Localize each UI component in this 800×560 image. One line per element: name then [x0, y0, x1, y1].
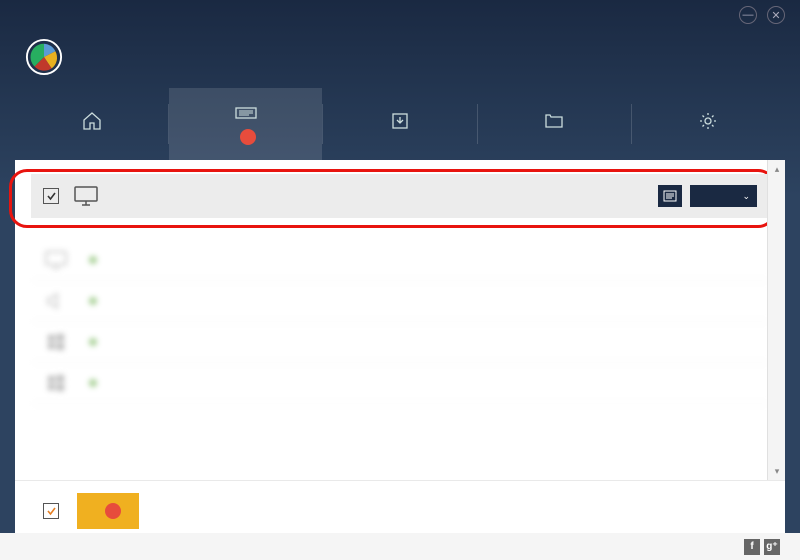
gear-icon [697, 111, 719, 131]
chevron-down-icon[interactable]: ⌄ [735, 191, 757, 202]
windows-icon [43, 371, 69, 395]
close-button[interactable]: ✕ [767, 6, 785, 24]
tab-home[interactable] [15, 88, 168, 160]
list-item [31, 281, 769, 322]
download-install-button[interactable] [77, 493, 139, 529]
main-tabs [15, 88, 785, 160]
status-dot-icon [89, 379, 97, 387]
driver-info [113, 196, 644, 197]
scroll-down-icon[interactable]: ▾ [768, 462, 786, 480]
tab-updates-label [235, 129, 256, 145]
list-item [31, 363, 769, 404]
status-bar: f g⁺ [0, 533, 800, 560]
minimize-button[interactable]: — [739, 6, 757, 24]
restore-icon [543, 111, 565, 131]
row-actions: ⌄ [658, 185, 757, 207]
app-logo-icon [25, 38, 63, 76]
title-bar: — ✕ [0, 0, 800, 30]
tab-driver-updates[interactable] [169, 88, 322, 160]
scrollbar[interactable]: ▴ ▾ [767, 160, 785, 480]
status-dot-icon [89, 338, 97, 346]
audio-icon [43, 289, 69, 313]
updates-badge [240, 129, 256, 145]
tab-settings[interactable] [632, 88, 785, 160]
monitor-icon [43, 248, 69, 272]
app-header [0, 30, 800, 88]
details-button[interactable] [658, 185, 682, 207]
facebook-icon[interactable]: f [744, 539, 760, 555]
list-item [31, 322, 769, 363]
driver-row-featured: ⌄ [31, 174, 769, 218]
home-icon [81, 111, 103, 131]
backup-icon [389, 111, 411, 131]
blurred-driver-list [31, 240, 769, 404]
install-badge [105, 503, 121, 519]
tab-backup[interactable] [323, 88, 476, 160]
status-dot-icon [89, 297, 97, 305]
google-plus-icon[interactable]: g⁺ [764, 539, 780, 555]
status-dot-icon [89, 256, 97, 264]
tab-restore[interactable] [478, 88, 631, 160]
app-window: — ✕ [0, 0, 800, 560]
scroll-up-icon[interactable]: ▴ [768, 160, 786, 178]
checkbox[interactable] [43, 188, 59, 204]
checkbox-all[interactable] [43, 503, 59, 519]
list-item [31, 240, 769, 281]
monitor-icon [73, 184, 99, 208]
updates-icon [235, 103, 257, 123]
footer-panel [15, 480, 785, 541]
content-panel: ⌄ ▴ [15, 160, 785, 480]
social-links: f g⁺ [744, 539, 780, 555]
update-button[interactable]: ⌄ [690, 185, 757, 207]
windows-icon [43, 330, 69, 354]
